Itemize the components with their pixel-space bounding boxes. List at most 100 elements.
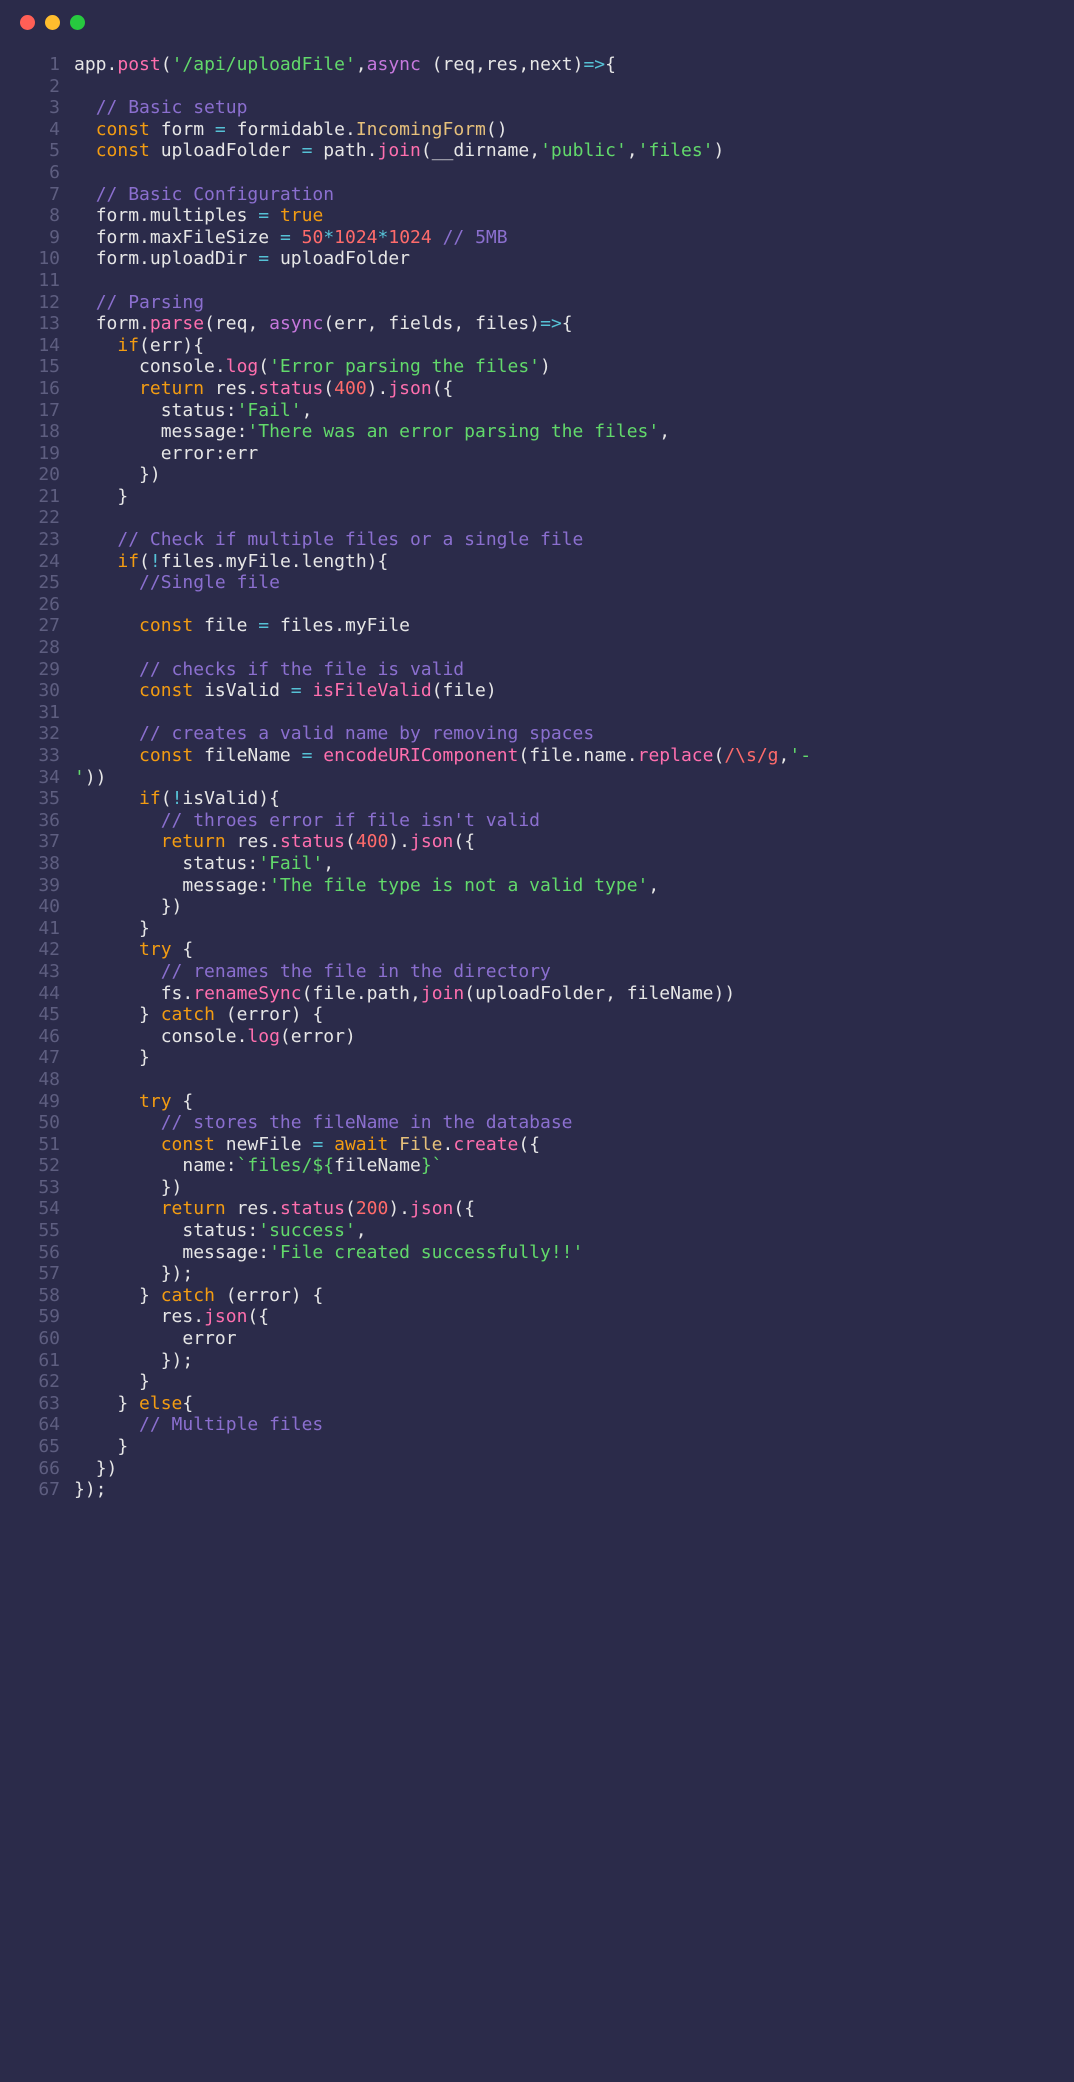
code-line[interactable]: 49 try { <box>0 1091 1074 1113</box>
code-line[interactable]: 8 form.multiples = true <box>0 205 1074 227</box>
code-content[interactable]: return res.status(400).json({ <box>74 378 453 400</box>
code-line[interactable]: 23 // Check if multiple files or a singl… <box>0 529 1074 551</box>
code-line[interactable]: 5 const uploadFolder = path.join(__dirna… <box>0 140 1074 162</box>
code-line[interactable]: 34')) <box>0 767 1074 789</box>
code-line[interactable]: 43 // renames the file in the directory <box>0 961 1074 983</box>
code-line[interactable]: 54 return res.status(200).json({ <box>0 1198 1074 1220</box>
code-content[interactable]: form.parse(req, async(err, fields, files… <box>74 313 573 335</box>
code-content[interactable]: } <box>74 1371 150 1393</box>
code-line[interactable]: 38 status:'Fail', <box>0 853 1074 875</box>
code-content[interactable]: } else{ <box>74 1393 193 1415</box>
code-content[interactable]: try { <box>74 1091 193 1113</box>
code-line[interactable]: 14 if(err){ <box>0 335 1074 357</box>
code-content[interactable]: }); <box>74 1350 193 1372</box>
code-line[interactable]: 57 }); <box>0 1263 1074 1285</box>
code-content[interactable]: // Multiple files <box>74 1414 323 1436</box>
code-line[interactable]: 27 const file = files.myFile <box>0 615 1074 637</box>
code-line[interactable]: 22 <box>0 507 1074 529</box>
code-content[interactable]: }) <box>74 1177 182 1199</box>
code-content[interactable]: fs.renameSync(file.path,join(uploadFolde… <box>74 983 735 1005</box>
code-content[interactable]: if(!isValid){ <box>74 788 280 810</box>
code-line[interactable]: 53 }) <box>0 1177 1074 1199</box>
code-line[interactable]: 52 name:`files/${fileName}` <box>0 1155 1074 1177</box>
code-content[interactable]: console.log('Error parsing the files') <box>74 356 551 378</box>
code-line[interactable]: 37 return res.status(400).json({ <box>0 831 1074 853</box>
code-content[interactable]: // Basic setup <box>74 97 247 119</box>
code-line[interactable]: 51 const newFile = await File.create({ <box>0 1134 1074 1156</box>
code-content[interactable]: const newFile = await File.create({ <box>74 1134 540 1156</box>
code-line[interactable]: 47 } <box>0 1047 1074 1069</box>
code-line[interactable]: 13 form.parse(req, async(err, fields, fi… <box>0 313 1074 335</box>
code-line[interactable]: 65 } <box>0 1436 1074 1458</box>
code-line[interactable]: 6 <box>0 162 1074 184</box>
code-line[interactable]: 46 console.log(error) <box>0 1026 1074 1048</box>
code-line[interactable]: 39 message:'The file type is not a valid… <box>0 875 1074 897</box>
code-line[interactable]: 10 form.uploadDir = uploadFolder <box>0 248 1074 270</box>
code-line[interactable]: 12 // Parsing <box>0 292 1074 314</box>
code-content[interactable]: // stores the fileName in the database <box>74 1112 573 1134</box>
code-line[interactable]: 24 if(!files.myFile.length){ <box>0 551 1074 573</box>
code-line[interactable]: 20 }) <box>0 464 1074 486</box>
code-line[interactable]: 40 }) <box>0 896 1074 918</box>
code-line[interactable]: 48 <box>0 1069 1074 1091</box>
code-line[interactable]: 16 return res.status(400).json({ <box>0 378 1074 400</box>
code-line[interactable]: 31 <box>0 702 1074 724</box>
code-content[interactable]: // throes error if file isn't valid <box>74 810 540 832</box>
code-content[interactable]: // Parsing <box>74 292 204 314</box>
code-line[interactable]: 66 }) <box>0 1458 1074 1480</box>
code-content[interactable]: app.post('/api/uploadFile',async (req,re… <box>74 54 616 76</box>
code-content[interactable]: message:'There was an error parsing the … <box>74 421 670 443</box>
code-line[interactable]: 59 res.json({ <box>0 1306 1074 1328</box>
code-line[interactable]: 32 // creates a valid name by removing s… <box>0 723 1074 745</box>
code-content[interactable]: ')) <box>74 767 107 789</box>
traffic-zoom-icon[interactable] <box>70 15 85 30</box>
code-content[interactable]: // creates a valid name by removing spac… <box>74 723 594 745</box>
traffic-close-icon[interactable] <box>20 15 35 30</box>
code-content[interactable]: } <box>74 1047 150 1069</box>
code-content[interactable]: if(err){ <box>74 335 204 357</box>
code-line[interactable]: 33 const fileName = encodeURIComponent(f… <box>0 745 1074 767</box>
code-content[interactable]: } <box>74 486 128 508</box>
code-content[interactable]: try { <box>74 939 193 961</box>
code-content[interactable]: console.log(error) <box>74 1026 356 1048</box>
code-line[interactable]: 28 <box>0 637 1074 659</box>
code-line[interactable]: 41 } <box>0 918 1074 940</box>
code-content[interactable]: form.multiples = true <box>74 205 323 227</box>
code-content[interactable]: // Check if multiple files or a single f… <box>74 529 583 551</box>
code-content[interactable]: res.json({ <box>74 1306 269 1328</box>
code-content[interactable]: }) <box>74 896 182 918</box>
code-line[interactable]: 9 form.maxFileSize = 50*1024*1024 // 5MB <box>0 227 1074 249</box>
code-line[interactable]: 7 // Basic Configuration <box>0 184 1074 206</box>
code-line[interactable]: 19 error:err <box>0 443 1074 465</box>
code-line[interactable]: 63 } else{ <box>0 1393 1074 1415</box>
code-line[interactable]: 58 } catch (error) { <box>0 1285 1074 1307</box>
code-line[interactable]: 61 }); <box>0 1350 1074 1372</box>
code-content[interactable]: return res.status(400).json({ <box>74 831 475 853</box>
code-line[interactable]: 2 <box>0 76 1074 98</box>
code-line[interactable]: 1app.post('/api/uploadFile',async (req,r… <box>0 54 1074 76</box>
code-content[interactable]: // renames the file in the directory <box>74 961 551 983</box>
code-content[interactable]: // checks if the file is valid <box>74 659 464 681</box>
code-line[interactable]: 44 fs.renameSync(file.path,join(uploadFo… <box>0 983 1074 1005</box>
code-content[interactable]: const isValid = isFileValid(file) <box>74 680 497 702</box>
code-line[interactable]: 17 status:'Fail', <box>0 400 1074 422</box>
code-content[interactable]: } <box>74 1436 128 1458</box>
code-line[interactable]: 3 // Basic setup <box>0 97 1074 119</box>
code-content[interactable]: status:'Fail', <box>74 400 312 422</box>
code-content[interactable]: } catch (error) { <box>74 1285 323 1307</box>
code-content[interactable]: //Single file <box>74 572 280 594</box>
code-line[interactable]: 64 // Multiple files <box>0 1414 1074 1436</box>
code-content[interactable]: error:err <box>74 443 258 465</box>
code-content[interactable]: status:'success', <box>74 1220 367 1242</box>
code-line[interactable]: 35 if(!isValid){ <box>0 788 1074 810</box>
code-content[interactable]: const fileName = encodeURIComponent(file… <box>74 745 811 767</box>
code-content[interactable]: // Basic Configuration <box>74 184 334 206</box>
code-line[interactable]: 67}); <box>0 1479 1074 1501</box>
code-line[interactable]: 29 // checks if the file is valid <box>0 659 1074 681</box>
code-content[interactable]: const file = files.myFile <box>74 615 410 637</box>
code-content[interactable]: }) <box>74 1458 117 1480</box>
code-line[interactable]: 42 try { <box>0 939 1074 961</box>
code-content[interactable]: const uploadFolder = path.join(__dirname… <box>74 140 724 162</box>
code-line[interactable]: 26 <box>0 594 1074 616</box>
traffic-minimize-icon[interactable] <box>45 15 60 30</box>
